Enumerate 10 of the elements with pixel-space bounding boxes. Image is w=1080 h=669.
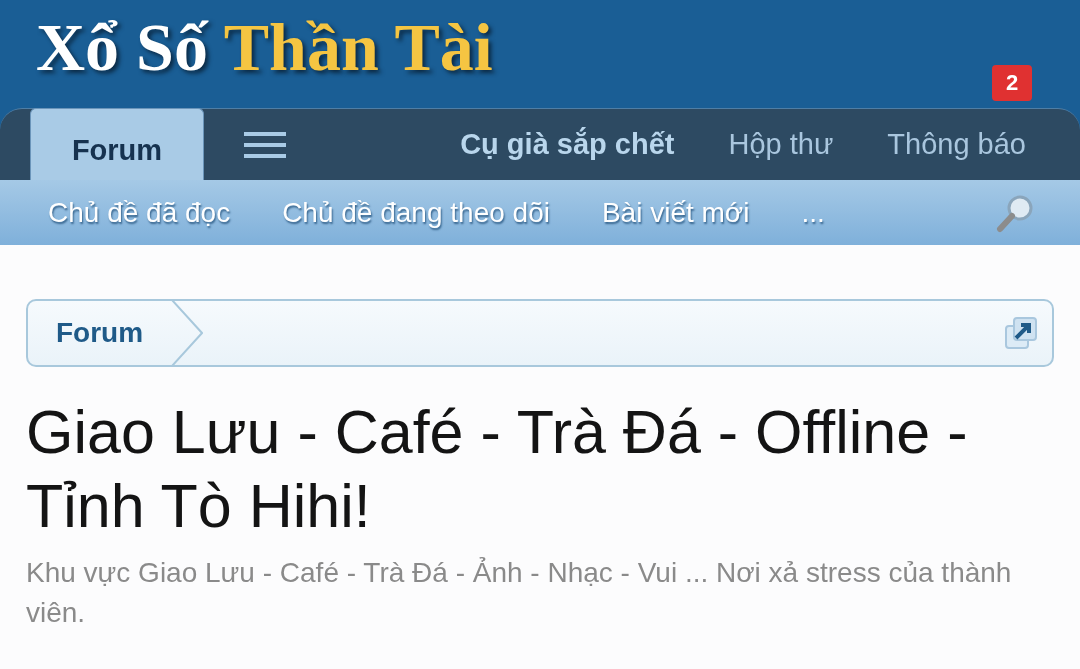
breadcrumb-link[interactable]: Forum [28, 312, 172, 354]
page-description: Khu vực Giao Lưu - Café - Trà Đá - Ảnh - Nhạc - Vui ... Nơi xả stress của thành viên. [26, 556, 1013, 630]
user-menu-link[interactable]: Cụ già sắp chết [460, 122, 675, 167]
menu-icon[interactable] [244, 132, 286, 158]
nav-link[interactable]: Hộp thư [728, 122, 834, 167]
nav-tab[interactable]: Forum [30, 108, 204, 180]
site-logo[interactable]: Xổ Số Thần Tài [36, 13, 493, 81]
notification-badge: 2 [992, 64, 1032, 101]
page-title: Giao Lưu - Café - Trà Đá - Offline - Tỉnh Tò Hihi! [26, 397, 969, 542]
external-link-icon[interactable] [1004, 316, 1038, 350]
